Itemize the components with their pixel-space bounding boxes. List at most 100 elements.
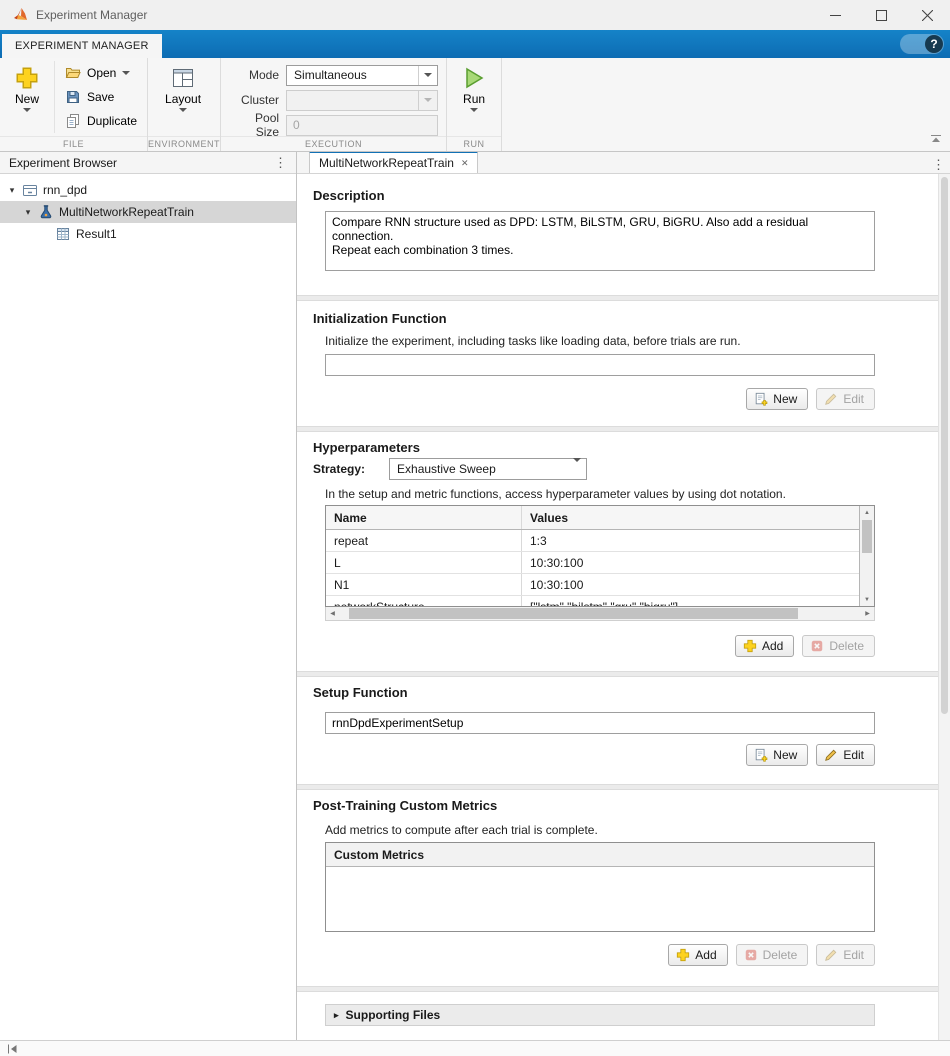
tab-close-icon[interactable]: ✕	[461, 158, 469, 169]
tab-multinetworkrepeattrain[interactable]: MultiNetworkRepeatTrain ✕	[309, 151, 478, 173]
scrollbar-thumb[interactable]	[349, 608, 798, 619]
description-heading: Description	[313, 188, 938, 203]
new-button[interactable]: New	[4, 61, 50, 114]
maximize-icon	[876, 10, 887, 21]
strategy-label: Strategy:	[313, 462, 365, 476]
edit-pencil-icon	[824, 948, 838, 962]
scroll-left-icon[interactable]: ◀	[326, 607, 339, 620]
layout-button[interactable]: Layout	[152, 61, 214, 114]
scrollbar-thumb[interactable]	[862, 520, 872, 553]
browser-menu-button[interactable]: ⋮	[269, 155, 292, 171]
matlab-logo-icon	[12, 7, 28, 23]
table-horizontal-scrollbar[interactable]: ◀ ▶	[325, 607, 875, 621]
document-area: MultiNetworkRepeatTrain ✕ ⋮ Description …	[297, 152, 950, 1040]
experiment-browser-panel: Experiment Browser ⋮ ▾ rnn_dpd ▾	[0, 152, 297, 1040]
table-row[interactable]: networkStructure ["lstm" "bilstm" "gru" …	[326, 596, 859, 606]
run-button[interactable]: Run	[451, 61, 497, 114]
duplicate-button[interactable]: Duplicate	[59, 109, 143, 133]
edit-pencil-icon	[824, 392, 838, 406]
initialization-heading: Initialization Function	[313, 311, 938, 326]
titlebar: Experiment Manager	[0, 0, 950, 30]
ribbon-group-run: Run RUN	[447, 58, 502, 151]
document-menu-button[interactable]: ⋮	[927, 157, 950, 173]
help-icon: ?	[925, 35, 943, 53]
metrics-edit-button: Edit	[816, 944, 875, 966]
strategy-dropdown-icon	[573, 462, 581, 476]
metrics-hint: Add metrics to compute after each trial …	[325, 823, 938, 837]
open-dropdown-icon	[122, 71, 130, 75]
mode-label: Mode	[229, 68, 279, 82]
group-label-run: RUN	[447, 136, 501, 151]
column-header-name[interactable]: Name	[326, 506, 522, 529]
supporting-files-section: ▸ Supporting Files	[297, 992, 938, 1036]
initialization-hint: Initialize the experiment, including tas…	[325, 334, 938, 348]
expand-caret-icon[interactable]: ▾	[7, 185, 17, 196]
setup-new-button[interactable]: New	[746, 744, 808, 766]
tab-experiment-manager[interactable]: EXPERIMENT MANAGER	[2, 34, 162, 58]
strategy-select[interactable]: Exhaustive Sweep	[389, 458, 587, 480]
table-row[interactable]: N1 10:30:100	[326, 574, 859, 596]
column-header-values[interactable]: Values	[522, 506, 859, 529]
help-button[interactable]: ?	[900, 34, 944, 54]
table-vertical-scrollbar[interactable]: ▲ ▼	[859, 506, 874, 606]
scroll-up-icon[interactable]: ▲	[860, 506, 874, 519]
tree-item-project[interactable]: ▾ rnn_dpd	[0, 179, 296, 201]
add-plus-icon	[743, 639, 757, 653]
main-vertical-scrollbar[interactable]	[938, 174, 950, 1040]
hyper-delete-button: Delete	[802, 635, 875, 657]
expander-collapsed-icon: ▸	[334, 1010, 339, 1021]
collapse-ribbon-icon	[930, 134, 942, 144]
open-folder-icon	[65, 65, 81, 81]
init-new-button[interactable]: New	[746, 388, 808, 410]
setup-function-section: Setup Function New	[297, 677, 938, 784]
description-section: Description Compare RNN structure used a…	[297, 174, 938, 295]
scrollbar-thumb[interactable]	[941, 177, 948, 714]
description-textarea[interactable]: Compare RNN structure used as DPD: LSTM,…	[325, 211, 875, 271]
delete-x-icon	[744, 948, 758, 962]
new-plus-icon	[15, 66, 39, 90]
pool-size-label: Pool Size	[229, 111, 279, 139]
cluster-dropdown-icon	[418, 91, 432, 110]
experiment-browser-header: Experiment Browser ⋮	[0, 152, 296, 174]
maximize-button[interactable]	[858, 0, 904, 30]
tree-item-result[interactable]: Result1	[0, 223, 296, 245]
project-icon	[22, 182, 38, 198]
close-button[interactable]	[904, 0, 950, 30]
mode-select[interactable]: Simultaneous	[286, 65, 438, 86]
collapse-ribbon-button[interactable]	[930, 133, 942, 147]
open-button[interactable]: Open	[59, 61, 143, 85]
cluster-label: Cluster	[229, 93, 279, 107]
expand-caret-icon[interactable]: ▾	[23, 207, 33, 218]
ribbon: New Open S	[0, 58, 950, 152]
experiment-icon	[38, 204, 54, 220]
setup-edit-button[interactable]: Edit	[816, 744, 875, 766]
supporting-files-expander[interactable]: ▸ Supporting Files	[325, 1004, 875, 1026]
close-icon	[922, 10, 933, 21]
scroll-down-icon[interactable]: ▼	[860, 593, 874, 606]
ribbon-group-execution: Mode Simultaneous Cluster Pool Size EXEC…	[221, 58, 447, 151]
table-row[interactable]: repeat 1:3	[326, 530, 859, 552]
layout-icon	[171, 66, 195, 90]
collapse-sidebar-button[interactable]	[4, 1044, 21, 1054]
metrics-add-button[interactable]: Add	[668, 944, 727, 966]
scroll-right-icon[interactable]: ▶	[861, 607, 874, 620]
custom-metrics-column-header[interactable]: Custom Metrics	[326, 843, 874, 867]
table-row[interactable]: L 10:30:100	[326, 552, 859, 574]
hyper-add-button[interactable]: Add	[735, 635, 794, 657]
group-label-environment: ENVIRONMENT	[148, 136, 220, 151]
ribbon-group-environment: Layout ENVIRONMENT	[148, 58, 221, 151]
experiment-form: Description Compare RNN structure used a…	[297, 174, 938, 1040]
setup-function-input[interactable]	[325, 712, 875, 734]
hyperparameters-table-header: Name Values	[326, 506, 859, 530]
save-button[interactable]: Save	[59, 85, 143, 109]
hyperparameters-hint: In the setup and metric functions, acces…	[325, 487, 938, 501]
minimize-button[interactable]	[812, 0, 858, 30]
hyperparameters-heading: Hyperparameters	[313, 440, 938, 455]
initialization-function-input[interactable]	[325, 354, 875, 376]
delete-x-icon	[810, 639, 824, 653]
run-play-icon	[462, 66, 486, 90]
mode-dropdown-icon	[418, 66, 432, 85]
tree-item-experiment[interactable]: ▾ MultiNetworkRepeatTrain	[0, 201, 296, 223]
save-icon	[65, 89, 81, 105]
custom-metrics-table: Custom Metrics	[325, 842, 875, 932]
